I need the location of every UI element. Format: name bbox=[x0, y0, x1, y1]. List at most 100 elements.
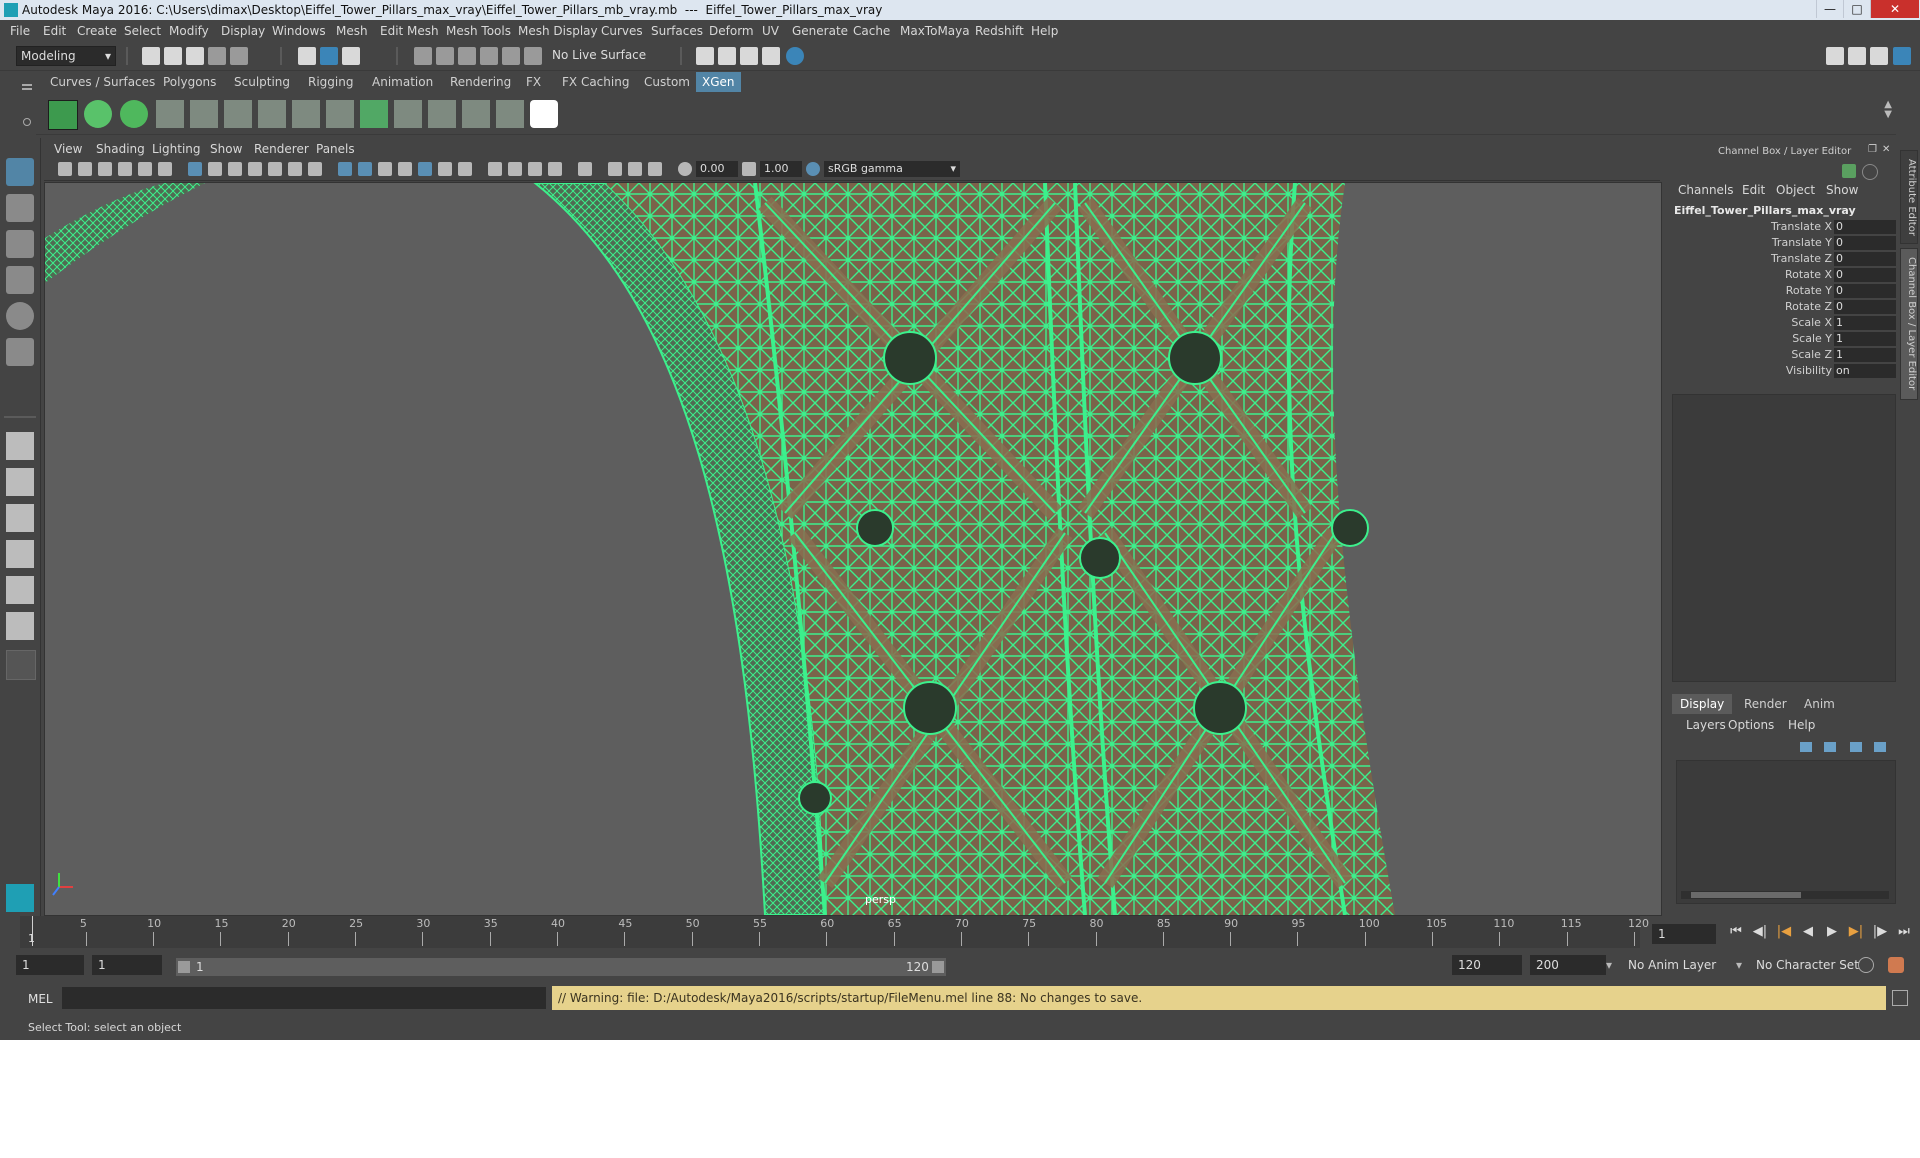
paint-select-tool-icon[interactable] bbox=[6, 230, 34, 258]
command-input[interactable] bbox=[62, 987, 546, 1009]
animation-start-field[interactable]: 1 bbox=[16, 955, 84, 975]
xgen-create-description-icon[interactable] bbox=[84, 100, 112, 128]
layer-tab-render[interactable]: Render bbox=[1736, 694, 1795, 714]
film-gate-icon[interactable] bbox=[208, 162, 222, 176]
channel-value[interactable]: 0 bbox=[1834, 252, 1896, 266]
menu-modify[interactable]: Modify bbox=[169, 24, 209, 38]
select-by-hierarchy-icon[interactable] bbox=[298, 47, 316, 65]
current-frame-field[interactable]: 1 bbox=[1652, 924, 1716, 944]
scrollbar-thumb[interactable] bbox=[1691, 892, 1801, 898]
shelf-tab-xgen[interactable]: XGen bbox=[696, 72, 741, 92]
shelf-scroll-arrows-icon[interactable]: ▲ ▼ bbox=[1884, 100, 1892, 120]
animation-preferences-icon[interactable] bbox=[1888, 957, 1904, 973]
close-button[interactable]: ✕ bbox=[1870, 0, 1919, 18]
channel-value[interactable]: 0 bbox=[1834, 236, 1896, 250]
mode-dropdown[interactable]: Modeling ▾ bbox=[16, 46, 116, 66]
gamma-field[interactable]: 1.00 bbox=[760, 161, 802, 177]
menu-windows[interactable]: Windows bbox=[272, 24, 326, 38]
safe-action-icon[interactable] bbox=[288, 162, 302, 176]
rotate-tool-icon[interactable] bbox=[6, 302, 34, 330]
anti-aliasing-icon[interactable] bbox=[528, 162, 542, 176]
menu-select[interactable]: Select bbox=[124, 24, 161, 38]
snap-grid-icon[interactable] bbox=[414, 47, 432, 65]
xgen-sculpt-guides-icon[interactable] bbox=[462, 100, 490, 128]
shelf-tab-curves-surfaces[interactable]: Curves / Surfaces bbox=[44, 72, 161, 92]
render-view-icon[interactable] bbox=[762, 47, 780, 65]
select-tool-icon[interactable] bbox=[6, 158, 34, 186]
move-layer-down-icon[interactable] bbox=[1824, 742, 1836, 752]
maximize-button[interactable]: □ bbox=[1843, 0, 1870, 18]
channel-value[interactable]: 0 bbox=[1834, 284, 1896, 298]
smooth-shade-icon[interactable] bbox=[358, 162, 372, 176]
shelf-tab-rendering[interactable]: Rendering bbox=[444, 72, 517, 92]
open-scene-icon[interactable] bbox=[164, 47, 182, 65]
attribute-editor-side-tab[interactable]: Attribute Editor bbox=[1900, 150, 1918, 244]
snap-live-icon[interactable] bbox=[502, 47, 520, 65]
menu-cache[interactable]: Cache bbox=[853, 24, 890, 38]
xgen-add-cv-icon[interactable] bbox=[224, 100, 252, 128]
range-slider-end-handle[interactable] bbox=[932, 961, 944, 973]
xray-active-icon[interactable] bbox=[628, 162, 642, 176]
wireframe-on-shaded-icon[interactable] bbox=[398, 162, 412, 176]
redo-icon[interactable] bbox=[230, 47, 248, 65]
undo-icon[interactable] bbox=[208, 47, 226, 65]
layer-menu-layers[interactable]: Layers bbox=[1686, 718, 1726, 732]
xray-joints-icon[interactable] bbox=[648, 162, 662, 176]
shelf-tab-fx[interactable]: FX bbox=[520, 72, 547, 92]
layer-tab-anim[interactable]: Anim bbox=[1796, 694, 1843, 714]
xgen-remove-cv-icon[interactable] bbox=[258, 100, 286, 128]
color-management-icon[interactable] bbox=[806, 162, 820, 176]
snap-view-plane-icon[interactable] bbox=[480, 47, 498, 65]
persp-graph-layout-icon[interactable] bbox=[6, 540, 34, 568]
step-back-key-icon[interactable]: |◀ bbox=[1776, 924, 1792, 940]
channel-box-reset-icon[interactable] bbox=[1862, 164, 1878, 180]
menu-surfaces[interactable]: Surfaces bbox=[651, 24, 703, 38]
script-editor-icon[interactable] bbox=[1892, 990, 1908, 1006]
camera-select-icon[interactable] bbox=[58, 162, 72, 176]
xgen-select-guides-icon[interactable] bbox=[156, 100, 184, 128]
persp-outliner-layout-icon[interactable] bbox=[6, 504, 34, 532]
image-plane-icon[interactable] bbox=[118, 162, 132, 176]
exposure-field[interactable]: 0.00 bbox=[696, 161, 738, 177]
shelf-tab-fx-caching[interactable]: FX Caching bbox=[556, 72, 635, 92]
scale-tool-icon[interactable] bbox=[6, 338, 34, 366]
channel-box-key-icon[interactable] bbox=[1842, 164, 1856, 178]
shelf-tab-rigging[interactable]: Rigging bbox=[302, 72, 359, 92]
channel-value[interactable]: 1 bbox=[1834, 332, 1896, 346]
layer-menu-help[interactable]: Help bbox=[1788, 718, 1815, 732]
auto-key-icon[interactable] bbox=[1858, 957, 1874, 973]
perspective-viewport[interactable]: persp bbox=[44, 182, 1662, 916]
menu-edit-mesh[interactable]: Edit Mesh bbox=[380, 24, 439, 38]
menu-maxtomaya[interactable]: MaxToMaya bbox=[900, 24, 970, 38]
persp-uv-layout-icon[interactable] bbox=[6, 612, 34, 640]
shelf-tab-sculpting[interactable]: Sculpting bbox=[228, 72, 296, 92]
single-perspective-layout-icon[interactable] bbox=[6, 432, 34, 460]
step-forward-key-icon[interactable]: ▶| bbox=[1848, 924, 1864, 940]
xgen-guide-grass-icon[interactable] bbox=[326, 100, 354, 128]
channel-box-menu-channels[interactable]: Channels bbox=[1678, 183, 1734, 197]
close-panel-icon[interactable]: ✕ bbox=[1882, 144, 1890, 155]
select-by-component-icon[interactable] bbox=[342, 47, 360, 65]
channel-row[interactable]: Scale X1 bbox=[1672, 315, 1896, 331]
channel-row[interactable]: Translate Z0 bbox=[1672, 251, 1896, 267]
motion-blur-icon[interactable] bbox=[508, 162, 522, 176]
hypershade-icon[interactable] bbox=[786, 47, 804, 65]
channel-value[interactable]: 1 bbox=[1834, 348, 1896, 362]
range-slider-start-handle[interactable] bbox=[178, 961, 190, 973]
snap-together-icon[interactable] bbox=[524, 47, 542, 65]
menu-curves[interactable]: Curves bbox=[601, 24, 643, 38]
resolution-gate-icon[interactable] bbox=[228, 162, 242, 176]
menu-edit[interactable]: Edit bbox=[43, 24, 66, 38]
playback-end-field[interactable]: 120 bbox=[1452, 955, 1522, 975]
minimize-button[interactable]: — bbox=[1816, 0, 1843, 18]
menu-help[interactable]: Help bbox=[1031, 24, 1058, 38]
channel-row[interactable]: Scale Z1 bbox=[1672, 347, 1896, 363]
channel-box-menu-show[interactable]: Show bbox=[1826, 183, 1858, 197]
shelf-gear-icon[interactable] bbox=[23, 118, 31, 126]
selected-object-name[interactable]: Eiffel_Tower_Pillars_max_vray bbox=[1674, 204, 1856, 217]
channel-row[interactable]: Translate X0 bbox=[1672, 219, 1896, 235]
channel-row[interactable]: Scale Y1 bbox=[1672, 331, 1896, 347]
menu-deform[interactable]: Deform bbox=[709, 24, 754, 38]
animation-end-field[interactable]: 200 bbox=[1530, 955, 1606, 975]
go-to-start-icon[interactable]: ⏮ bbox=[1728, 924, 1744, 940]
